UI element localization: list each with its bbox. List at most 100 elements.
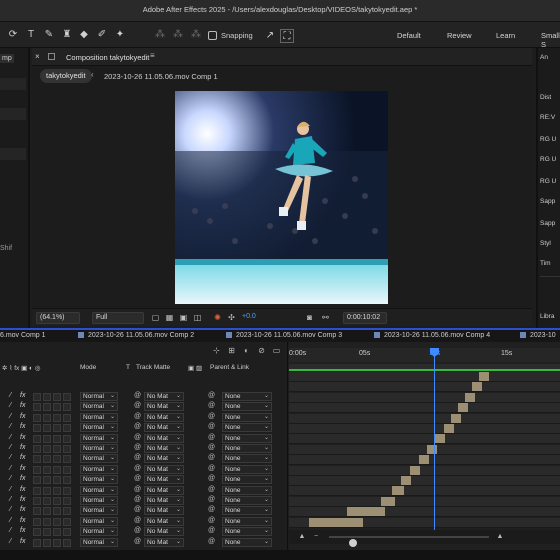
layer-switch-box[interactable] (53, 393, 61, 401)
layer-switch-box[interactable] (43, 403, 51, 412)
layer-clip-bar[interactable] (451, 413, 461, 423)
layer-switch-box[interactable] (53, 486, 61, 495)
fx-switch-icon[interactable]: fx (20, 538, 25, 545)
parent-dropdown[interactable]: None ⌄ (222, 516, 272, 526)
layer-track[interactable] (289, 434, 560, 445)
layer-track[interactable] (289, 517, 560, 528)
snap-expand-icon[interactable]: ↗ (263, 29, 277, 43)
fx-switch-icon[interactable]: fx (20, 434, 25, 441)
parent-dropdown[interactable]: None ⌄ (222, 506, 272, 516)
quality-switch-icon[interactable]: ⁄ (10, 506, 11, 513)
layer-switch-box[interactable] (33, 424, 41, 433)
layer-switch-box[interactable] (63, 538, 71, 547)
motion-blur-icon[interactable]: ◐ (241, 345, 252, 356)
pickwhip-icon[interactable]: @ (134, 486, 141, 493)
layer-switch-box[interactable] (33, 434, 41, 443)
layer-switch-box[interactable] (33, 476, 41, 485)
pickwhip-icon[interactable]: @ (134, 402, 141, 409)
timeline-tab[interactable]: 2023-10-26 11.05.06.mov Comp 3 (226, 332, 342, 339)
fx-switch-icon[interactable]: fx (20, 402, 25, 409)
track-matte-dropdown[interactable]: No Mat ⌄ (144, 433, 184, 443)
layer-mode-dropdown[interactable]: Normal ⌄ (80, 516, 118, 526)
layer-clip-bar[interactable] (381, 496, 395, 506)
layer-track[interactable] (289, 382, 560, 393)
timeline-tab[interactable]: 2023-10-26 11.05.06.mov Comp 4 (374, 332, 490, 339)
layer-switch-box[interactable] (33, 393, 41, 401)
pickwhip-icon[interactable]: @ (134, 517, 141, 524)
layer-row[interactable]: ⁄ fx Normal ⌄ @ No Mat ⌄ @ None ⌄ (0, 496, 288, 506)
layer-mode-dropdown[interactable]: Normal ⌄ (80, 527, 118, 537)
quality-switch-icon[interactable]: ⁄ (10, 413, 11, 420)
layer-switch-box[interactable] (33, 486, 41, 495)
project-tab[interactable]: mp (0, 54, 14, 63)
puppet-pin-icon[interactable]: ✦ (113, 28, 127, 42)
parent-dropdown[interactable]: None ⌄ (222, 444, 272, 453)
pickwhip-icon[interactable]: @ (134, 538, 141, 545)
parent-pickwhip-icon[interactable]: @ (208, 465, 215, 472)
layer-mode-dropdown[interactable]: Normal ⌄ (80, 485, 118, 495)
parent-dropdown[interactable]: None ⌄ (222, 485, 272, 495)
layer-mode-dropdown[interactable]: Normal ⌄ (80, 496, 118, 505)
layer-switch-box[interactable] (53, 497, 61, 505)
project-row[interactable] (0, 78, 26, 90)
pickwhip-icon[interactable]: @ (134, 444, 141, 451)
pickwhip-icon[interactable]: @ (134, 413, 141, 420)
layer-row[interactable]: ⁄ fx Normal ⌄ @ No Mat ⌄ @ None ⌄ (0, 454, 288, 464)
layer-switch-box[interactable] (43, 528, 51, 537)
exposure-value[interactable]: +0.0 (242, 313, 256, 320)
pickwhip-icon[interactable]: @ (134, 496, 141, 503)
layer-switch-box[interactable] (53, 507, 61, 516)
effects-category-item[interactable]: Sapp (540, 220, 555, 227)
quality-switch-icon[interactable]: ⁄ (10, 454, 11, 461)
layer-mode-dropdown[interactable]: Normal ⌄ (80, 506, 118, 516)
fx-switch-icon[interactable]: fx (20, 506, 25, 513)
layer-switch-box[interactable] (43, 445, 51, 453)
parent-pickwhip-icon[interactable]: @ (208, 475, 215, 482)
layer-switch-box[interactable] (33, 517, 41, 526)
layer-clip-bar[interactable] (401, 476, 411, 485)
quality-switch-icon[interactable]: ⁄ (10, 392, 11, 399)
quality-switch-icon[interactable]: ⁄ (10, 496, 11, 503)
parent-dropdown[interactable]: None ⌄ (222, 496, 272, 505)
parent-pickwhip-icon[interactable]: @ (208, 423, 215, 430)
layer-mode-dropdown[interactable]: Normal ⌄ (80, 475, 118, 485)
layer-switch-box[interactable] (33, 538, 41, 547)
layer-track[interactable] (289, 424, 560, 434)
layer-switch-box[interactable] (63, 403, 71, 412)
playhead-line[interactable] (434, 348, 435, 534)
layer-switch-box[interactable] (43, 393, 51, 401)
layer-switch-box[interactable] (43, 476, 51, 485)
layer-switch-box[interactable] (63, 528, 71, 537)
effects-category-item[interactable]: RE:V (540, 114, 555, 121)
layer-switch-box[interactable] (43, 538, 51, 547)
parent-dropdown[interactable]: None ⌄ (222, 402, 272, 412)
layer-switch-box[interactable] (63, 393, 71, 401)
layer-row[interactable]: ⁄ fx Normal ⌄ @ No Mat ⌄ @ None ⌄ (0, 506, 288, 516)
layer-switch-box[interactable] (33, 403, 41, 412)
quality-switch-icon[interactable]: ⁄ (10, 465, 11, 472)
layer-switch-box[interactable] (43, 497, 51, 505)
layer-clip-bar[interactable] (427, 444, 437, 454)
track-matte-dropdown[interactable]: No Mat ⌄ (144, 537, 184, 547)
parent-dropdown[interactable]: None ⌄ (222, 475, 272, 485)
magnification-dropdown[interactable]: (64.1%) (36, 312, 80, 324)
panel-menu-icon[interactable]: ≡ (150, 51, 155, 60)
fx-switch-icon[interactable]: fx (20, 496, 25, 503)
layer-switch-box[interactable] (53, 538, 61, 547)
layer-switch-box[interactable] (53, 434, 61, 443)
time-ruler[interactable]: 0:00s 05s 10s 15s (289, 348, 560, 362)
layer-switch-box[interactable] (53, 403, 61, 412)
layer-mode-dropdown[interactable]: Normal ⌄ (80, 537, 118, 547)
layer-mode-dropdown[interactable]: Normal ⌄ (80, 402, 118, 412)
region-of-interest-icon[interactable]: ▢ (150, 312, 161, 323)
pickwhip-icon[interactable]: @ (134, 434, 141, 441)
track-matte-dropdown[interactable]: No Mat ⌄ (144, 516, 184, 526)
parent-dropdown[interactable]: None ⌄ (222, 464, 272, 474)
parent-dropdown[interactable]: None ⌄ (222, 537, 272, 547)
pickwhip-icon[interactable]: @ (134, 506, 141, 513)
breadcrumb-active[interactable]: takytokyedit (40, 69, 92, 83)
layer-switch-box[interactable] (63, 445, 71, 453)
workspace-small-screen[interactable]: Small S (541, 31, 560, 49)
workspace-review[interactable]: Review (447, 31, 472, 40)
layer-row[interactable]: ⁄ fx Normal ⌄ @ No Mat ⌄ @ None ⌄ (0, 485, 288, 496)
